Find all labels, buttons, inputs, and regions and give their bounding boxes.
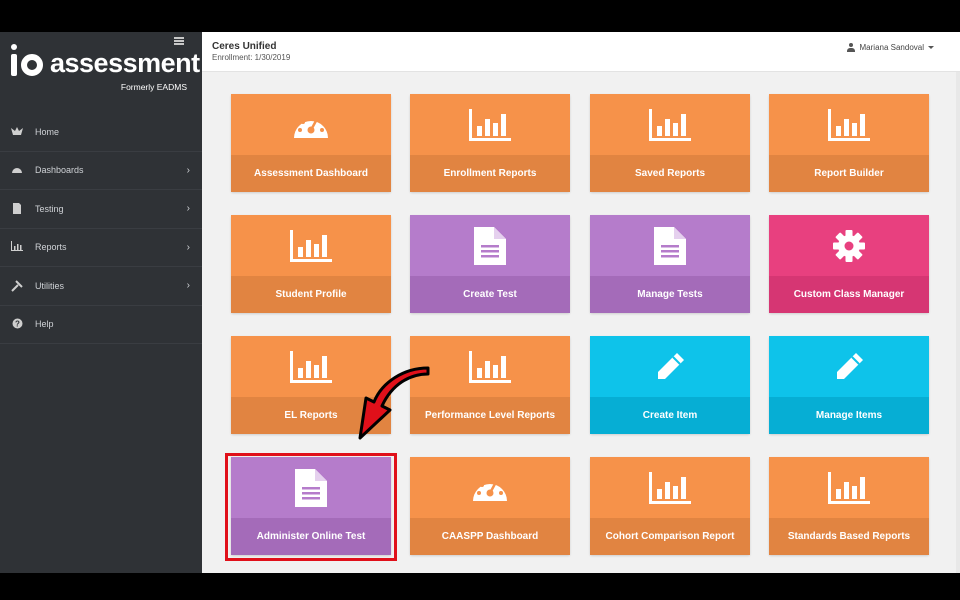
caret-down-icon <box>928 46 934 49</box>
tile-cohort-comparison-report[interactable]: Cohort Comparison Report <box>590 457 750 555</box>
bar-chart-icon <box>290 229 332 262</box>
pencil-icon <box>655 352 685 382</box>
tile-label: Create Item <box>642 410 698 421</box>
tile-el-reports[interactable]: EL Reports <box>231 336 391 434</box>
chevron-right-icon: › <box>186 164 190 176</box>
enrollment-date: Enrollment: 1/30/2019 <box>212 53 291 62</box>
document-icon <box>295 468 327 507</box>
gauge-icon <box>471 473 509 503</box>
tile-label: Cohort Comparison Report <box>605 531 735 542</box>
tile-label: Manage Tests <box>637 289 703 300</box>
document-icon <box>474 226 506 265</box>
chevron-right-icon: › <box>186 280 190 292</box>
document-icon <box>11 202 23 215</box>
sidebar-item-help[interactable]: ? Help <box>0 306 202 344</box>
sidebar-item-reports[interactable]: Reports › <box>0 229 202 267</box>
bar-chart-icon <box>290 350 332 383</box>
tile-label: Create Test <box>463 289 517 300</box>
help-icon: ? <box>11 318 23 330</box>
sidebar-item-label: Reports <box>35 242 67 253</box>
tile-performance-level-reports[interactable]: Performance Level Reports <box>410 336 570 434</box>
tile-caaspp-dashboard[interactable]: CAASPP Dashboard <box>410 457 570 555</box>
pencil-icon <box>834 352 864 382</box>
sidebar-item-label: Testing <box>35 203 64 214</box>
tools-icon <box>11 280 23 292</box>
bar-chart-icon <box>469 350 511 383</box>
sidebar-item-dashboards[interactable]: Dashboards › <box>0 152 202 190</box>
home-icon <box>11 126 23 138</box>
tile-standards-based-reports[interactable]: Standards Based Reports <box>769 457 929 555</box>
tile-label: Custom Class Manager <box>793 289 905 300</box>
sidebar: assessment Formerly EADMS Home Dashboards… <box>0 32 202 573</box>
tile-create-item[interactable]: Create Item <box>590 336 750 434</box>
bar-chart-icon <box>11 241 23 253</box>
bar-chart-icon <box>649 108 691 141</box>
tile-label: Student Profile <box>275 289 347 300</box>
tile-assessment-dashboard[interactable]: Assessment Dashboard <box>231 94 391 192</box>
gauge-icon <box>292 110 330 140</box>
tile-label: Report Builder <box>814 168 884 179</box>
dashboard-icon <box>11 164 23 176</box>
sidebar-nav: Home Dashboards › Testing › Reports › Utilities… <box>0 113 202 344</box>
tile-label: CAASPP Dashboard <box>441 531 539 542</box>
tile-label: Standards Based Reports <box>787 531 911 542</box>
tile-administer-online-test[interactable]: Administer Online Test <box>231 457 391 555</box>
sidebar-item-utilities[interactable]: Utilities › <box>0 267 202 306</box>
sidebar-item-testing[interactable]: Testing › <box>0 190 202 229</box>
page-scrollbar[interactable] <box>956 72 960 573</box>
tile-grid: Assessment Dashboard Enrollment Reports Sa… <box>202 72 956 573</box>
brand-subtitle: Formerly EADMS <box>120 82 187 92</box>
app-window: assessment Formerly EADMS Home Dashboards… <box>0 32 960 573</box>
tile-create-test[interactable]: Create Test <box>410 215 570 313</box>
user-menu[interactable]: Mariana Sandoval <box>846 43 934 52</box>
tile-label: Performance Level Reports <box>424 410 556 421</box>
tile-label: Enrollment Reports <box>443 168 537 179</box>
sidebar-item-label: Utilities <box>35 280 65 291</box>
tile-student-profile[interactable]: Student Profile <box>231 215 391 313</box>
user-name: Mariana Sandoval <box>859 43 924 52</box>
tile-manage-tests[interactable]: Manage Tests <box>590 215 750 313</box>
brand-name: assessment <box>50 48 200 78</box>
tile-enrollment-reports[interactable]: Enrollment Reports <box>410 94 570 192</box>
sidebar-item-label: Help <box>35 319 54 330</box>
sidebar-item-label: Dashboards <box>35 165 84 176</box>
tile-label: Manage Items <box>815 410 883 421</box>
svg-text:?: ? <box>15 320 20 329</box>
org-name: Ceres Unified <box>212 41 277 52</box>
document-icon <box>654 226 686 265</box>
bar-chart-icon <box>469 108 511 141</box>
tile-custom-class-manager[interactable]: Custom Class Manager <box>769 215 929 313</box>
letterbox-top <box>0 0 960 32</box>
brand-logo[interactable]: assessment Formerly EADMS <box>10 44 200 102</box>
tile-label: Assessment Dashboard <box>254 168 368 179</box>
tile-label: Administer Online Test <box>256 531 366 542</box>
tile-manage-items[interactable]: Manage Items <box>769 336 929 434</box>
bar-chart-icon <box>649 471 691 504</box>
bar-chart-icon <box>828 108 870 141</box>
tile-label: Saved Reports <box>634 168 706 179</box>
tile-label: EL Reports <box>284 410 338 421</box>
sidebar-item-home[interactable]: Home <box>0 113 202 152</box>
gear-icon <box>832 229 866 263</box>
chevron-right-icon: › <box>186 203 190 215</box>
header: Ceres Unified Enrollment: 1/30/2019 Mari… <box>202 32 960 72</box>
tile-report-builder[interactable]: Report Builder <box>769 94 929 192</box>
logo-mark <box>10 44 44 80</box>
user-icon <box>846 43 855 52</box>
bar-chart-icon <box>828 471 870 504</box>
sidebar-item-label: Home <box>35 126 60 137</box>
letterbox-bottom <box>0 573 960 600</box>
menu-toggle-icon[interactable] <box>174 37 184 45</box>
chevron-right-icon: › <box>186 241 190 253</box>
tile-saved-reports[interactable]: Saved Reports <box>590 94 750 192</box>
